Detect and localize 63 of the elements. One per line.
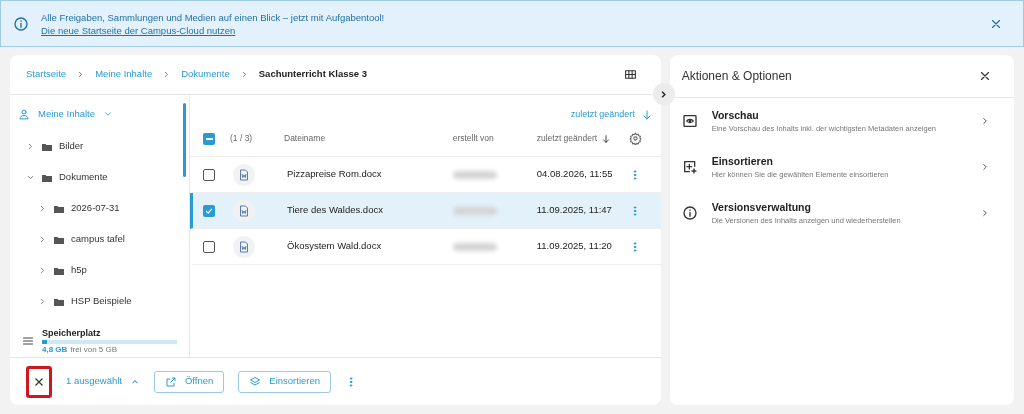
- column-header[interactable]: zuletzt geändert: [536, 132, 598, 145]
- redacted-text: [452, 242, 497, 251]
- chevron-right-icon[interactable]: [38, 204, 47, 213]
- banner-message: Alle Freigaben, Sammlungen und Medien auf einen Blick – jetzt mit Aufgabentool!: [41, 10, 386, 24]
- word-file-icon: [233, 199, 255, 222]
- column-header[interactable]: Dateiname: [284, 132, 453, 145]
- chevron-right-icon: [980, 208, 990, 218]
- breadcrumb-current[interactable]: Sachunterricht Klasse 3: [258, 67, 368, 82]
- folder-item[interactable]: HSP Beispiele: [71, 294, 132, 309]
- date-cell-text: 11.09.2025, 11:20: [536, 239, 613, 254]
- file-row[interactable]: Ökosystem Wald.docx 11.09.2025, 11:20: [190, 229, 661, 265]
- storage-free: frei von 5 GB: [70, 344, 118, 355]
- insert-icon: [681, 159, 698, 175]
- user-icon: [18, 108, 30, 120]
- folder-item[interactable]: Dokumente: [59, 170, 108, 185]
- folder-item[interactable]: 2026-07-31: [71, 201, 120, 216]
- action-title: Einsortieren: [711, 153, 774, 169]
- file-name: Tiere des Waldes.docx: [287, 203, 384, 218]
- chevron-right-icon[interactable]: [38, 266, 47, 275]
- settings-icon[interactable]: [628, 132, 642, 145]
- storage-used: 4,8 GB: [42, 344, 68, 355]
- folder-item[interactable]: h5p: [71, 263, 87, 278]
- redacted-text: [452, 170, 497, 179]
- chevron-right-icon: [980, 116, 990, 126]
- storage-label: Speicherplatz: [42, 326, 101, 340]
- file-name: Pizzapreise Rom.docx: [287, 167, 383, 182]
- select-all-checkbox[interactable]: [203, 132, 215, 145]
- list-icon: [22, 334, 34, 347]
- column-header[interactable]: erstellt von: [452, 132, 537, 145]
- folder-item[interactable]: campus tafel: [71, 232, 125, 247]
- chevron-down-icon[interactable]: [26, 173, 35, 182]
- external-link-icon: [165, 375, 177, 388]
- chevron-down-icon[interactable]: [103, 109, 114, 119]
- panel-title: Aktionen & Optionen: [681, 68, 792, 85]
- close-selection-button[interactable]: [26, 365, 52, 398]
- banner-link[interactable]: Die neue Startseite der Campus-Cloud nutzen: [41, 23, 236, 37]
- date-cell-text: 04.08.2026, 11:55: [536, 167, 614, 182]
- file-name: Ökosystem Wald.docx: [287, 239, 383, 254]
- info-icon: [681, 205, 698, 221]
- file-row[interactable]: Tiere des Waldes.docx 11.09.2025, 11:47: [190, 193, 661, 229]
- arrow-down-icon: [601, 133, 612, 144]
- folder-item[interactable]: Bilder: [59, 139, 84, 154]
- date-cell-text: 11.09.2025, 11:47: [536, 203, 613, 218]
- close-icon[interactable]: [978, 69, 992, 83]
- word-file-icon: [233, 235, 255, 258]
- selection-count: (1 / 3): [230, 132, 254, 145]
- chevron-right-icon[interactable]: [38, 235, 47, 244]
- layers-icon: [249, 375, 262, 388]
- info-icon: [13, 15, 29, 32]
- row-checkbox[interactable]: [203, 240, 215, 253]
- row-checkbox[interactable]: [203, 168, 215, 181]
- chevron-right-icon[interactable]: [38, 297, 47, 306]
- chevron-right-icon: [980, 162, 990, 172]
- redacted-text: [452, 206, 497, 215]
- action-title: Vorschau: [711, 107, 760, 123]
- collapse-button[interactable]: [652, 83, 675, 105]
- chevron-right-icon[interactable]: [26, 142, 35, 151]
- row-checkbox[interactable]: [203, 204, 215, 217]
- action-title: Versionsverwaltung: [711, 199, 812, 215]
- scrollbar-thumb[interactable]: [183, 103, 186, 177]
- word-file-icon: [233, 163, 255, 186]
- preview-icon: [681, 113, 698, 129]
- grid-view-icon[interactable]: [623, 68, 637, 81]
